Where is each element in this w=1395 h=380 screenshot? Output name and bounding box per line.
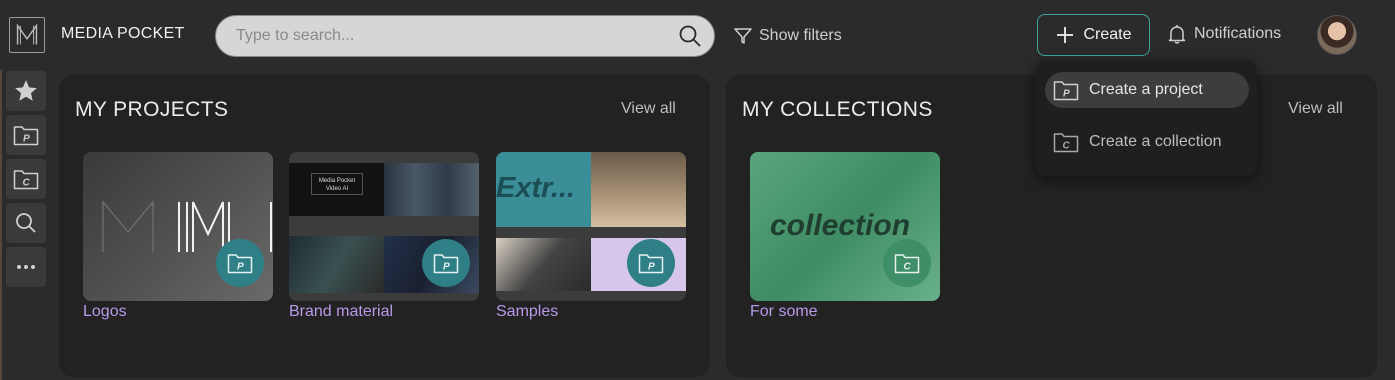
rail-more-button[interactable] — [6, 247, 46, 287]
create-button-label: Create — [1083, 26, 1132, 43]
thumb-image-1: Extr... — [496, 152, 591, 227]
project-badge: P — [422, 239, 470, 287]
search-bar — [215, 15, 715, 57]
svg-text:P: P — [1063, 89, 1070, 100]
project-folder-icon: P — [13, 126, 39, 146]
notifications-button[interactable]: Notifications — [1168, 24, 1281, 44]
create-collection-menu-item[interactable]: C Create a collection — [1045, 124, 1249, 160]
collections-title: MY COLLECTIONS — [742, 98, 933, 121]
projects-view-all-link[interactable]: View all — [621, 100, 676, 118]
search-icon — [16, 213, 36, 233]
svg-text:C: C — [1063, 141, 1071, 152]
projects-panel: MY PROJECTS View all P Logos Media Pocke… — [59, 75, 710, 377]
svg-text:C: C — [23, 178, 31, 189]
logo-mark-icon — [16, 23, 38, 45]
rail-search-button[interactable] — [6, 203, 46, 243]
svg-text:C: C — [904, 262, 912, 273]
project-label-samples[interactable]: Samples — [496, 303, 558, 321]
thumb-image-3 — [289, 236, 384, 293]
project-card-samples[interactable]: Extr... P — [496, 152, 686, 301]
project-label-logos[interactable]: Logos — [83, 303, 127, 321]
thumb-image-2 — [384, 163, 479, 216]
project-folder-icon: P — [1053, 81, 1079, 101]
more-icon — [17, 265, 35, 269]
thumb-image-3 — [496, 238, 591, 291]
star-icon — [15, 80, 37, 101]
projects-title: MY PROJECTS — [75, 98, 229, 121]
project-badge: P — [627, 239, 675, 287]
thumb-text: Media Pocket Video AI — [311, 173, 363, 195]
project-folder-icon: P — [638, 254, 664, 274]
rail-projects-button[interactable]: P — [6, 115, 46, 155]
rail-favorites-button[interactable] — [6, 71, 46, 111]
collection-folder-icon: C — [894, 254, 920, 274]
thumb-image-2 — [591, 152, 686, 227]
svg-text:P: P — [237, 262, 244, 273]
left-rail: P C — [0, 70, 51, 380]
svg-text:P: P — [443, 262, 450, 273]
search-input[interactable] — [236, 16, 666, 56]
app-title: MEDIA POCKET — [61, 25, 185, 42]
collection-folder-icon: C — [13, 170, 39, 190]
svg-text:P: P — [23, 134, 30, 145]
collections-view-all-link[interactable]: View all — [1288, 100, 1343, 118]
svg-text:P: P — [648, 262, 655, 273]
user-avatar[interactable] — [1317, 15, 1357, 55]
thumb-text: collection — [770, 209, 911, 242]
rail-collections-button[interactable]: C — [6, 159, 46, 199]
show-filters-button[interactable]: Show filters — [733, 25, 842, 47]
notifications-label: Notifications — [1194, 25, 1282, 42]
project-badge: P — [216, 239, 264, 287]
thumb-image-1: Media Pocket Video AI — [289, 163, 384, 216]
create-dropdown-menu: P Create a project C Create a collection — [1036, 60, 1257, 176]
collection-label-for-some[interactable]: For some — [750, 303, 818, 321]
create-button[interactable]: Create — [1037, 14, 1150, 56]
project-card-logos[interactable]: P — [83, 152, 273, 301]
project-card-brand-material[interactable]: Media Pocket Video AI P — [289, 152, 479, 301]
create-project-menu-item[interactable]: P Create a project — [1045, 72, 1249, 108]
collection-card-for-some[interactable]: collection C — [750, 152, 940, 301]
search-icon[interactable] — [678, 24, 702, 48]
plus-icon — [1057, 27, 1074, 43]
bell-icon — [1168, 25, 1186, 44]
show-filters-label: Show filters — [759, 27, 842, 44]
filter-icon — [734, 28, 752, 44]
project-folder-icon: P — [227, 254, 253, 274]
project-label-brand-material[interactable]: Brand material — [289, 303, 393, 321]
create-collection-label: Create a collection — [1089, 133, 1222, 150]
project-folder-icon: P — [433, 254, 459, 274]
collection-folder-icon: C — [1053, 133, 1079, 153]
thumb-text: Extr... — [496, 172, 575, 204]
collection-badge: C — [883, 239, 931, 287]
create-project-label: Create a project — [1089, 81, 1203, 98]
app-logo[interactable] — [9, 17, 45, 53]
